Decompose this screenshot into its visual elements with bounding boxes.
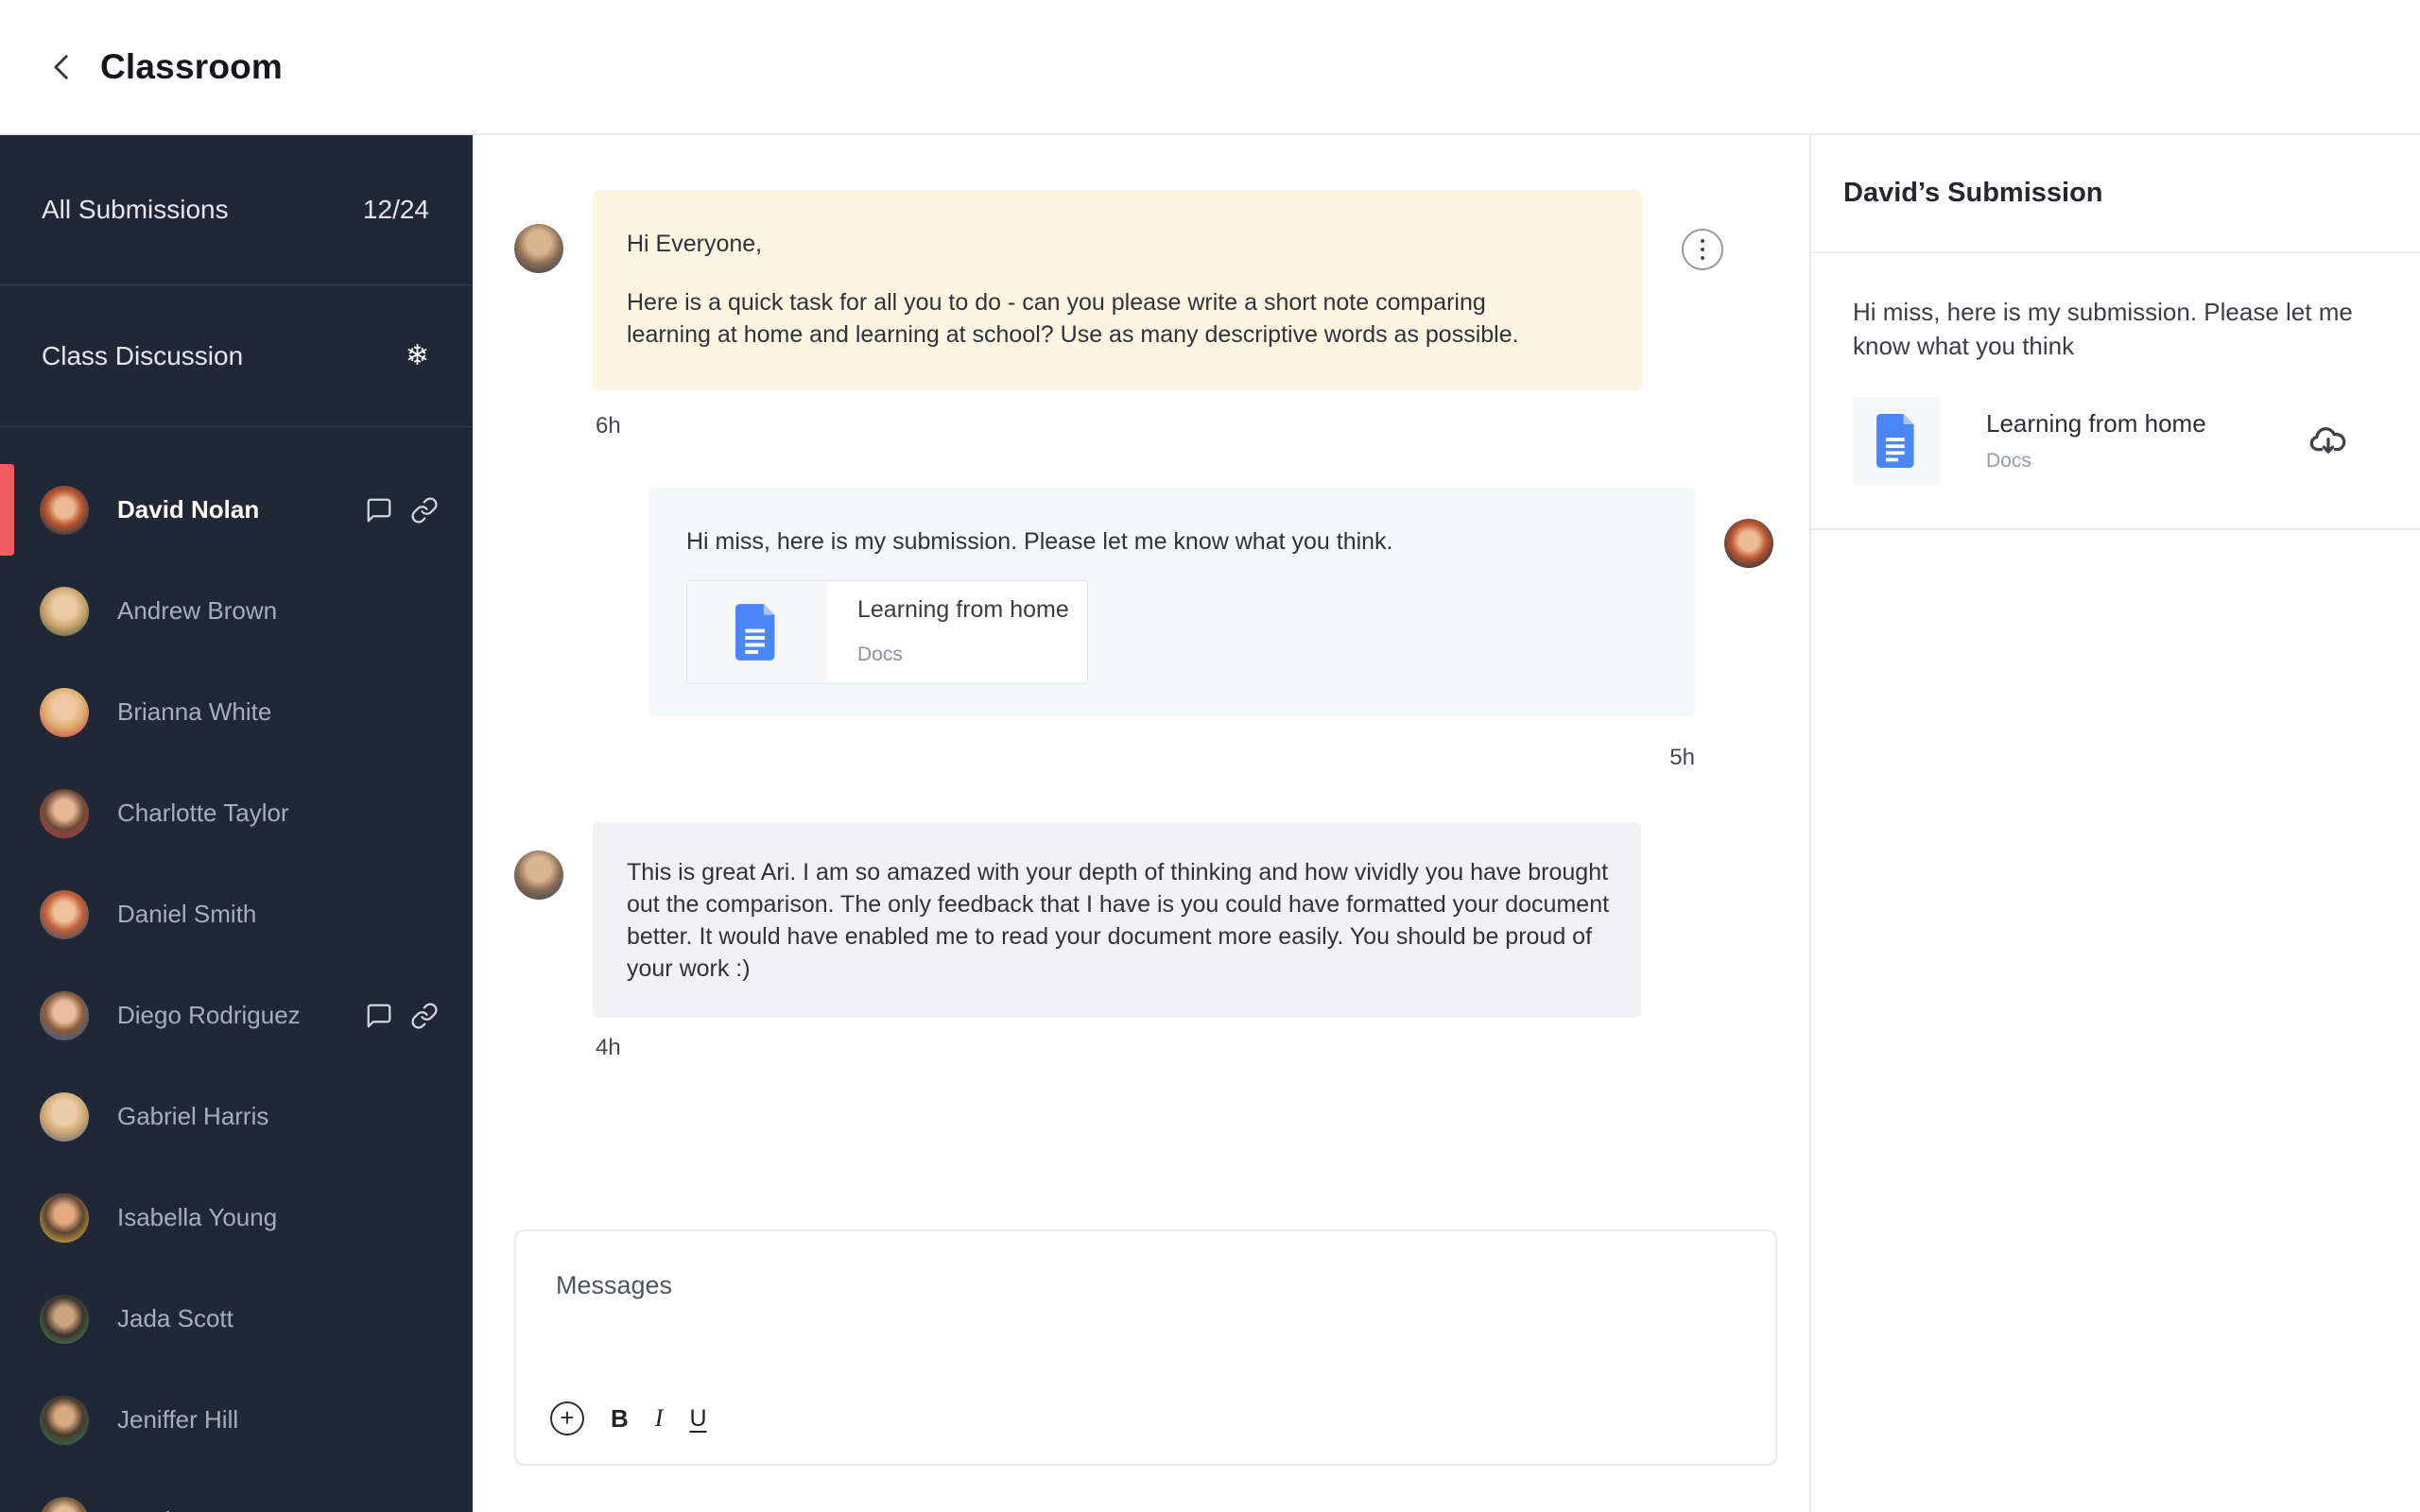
attachment-type: Docs: [1986, 450, 2031, 472]
task-timestamp: 6h: [596, 413, 621, 438]
feedback-message-bubble: This is great Ari. I am so amazed with y…: [593, 822, 1641, 1018]
avatar: [40, 1294, 89, 1344]
student-name: Jeniffer Hill: [117, 1405, 239, 1434]
attachment-meta: Learning from home Docs: [1986, 409, 2206, 472]
chat-bubble-icon[interactable]: [365, 1002, 393, 1030]
avatar: [40, 687, 89, 737]
class-discussion-label: Class Discussion: [42, 340, 244, 370]
submission-note: Hi miss, here is my submission. Please l…: [1853, 298, 2353, 360]
submission-panel: David’s Submission Hi miss, here is my s…: [1809, 135, 2420, 1512]
student-name: Brianna White: [117, 697, 272, 726]
student-row-daniel-smith[interactable]: Daniel Smith: [0, 864, 473, 965]
sidebar: All Submissions 12/24 Class Discussion ❄…: [0, 135, 473, 1512]
avatar: [40, 1091, 89, 1142]
student-actions: [365, 496, 439, 524]
task-body: Here is a quick task for all you to do -…: [627, 289, 1519, 348]
all-submissions-label: All Submissions: [42, 195, 229, 224]
student-row-jeniffer-hill[interactable]: Jeniffer Hill: [0, 1369, 473, 1470]
avatar: [40, 1395, 89, 1445]
link-icon[interactable]: [410, 1002, 439, 1030]
student-name: Andrew Brown: [117, 596, 278, 625]
attachment-type: Docs: [857, 644, 903, 665]
chat-bubble-icon[interactable]: [365, 496, 393, 524]
student-name: Matthew J: [117, 1506, 230, 1512]
avatar: [40, 788, 89, 838]
submissions-count-badge: 12/24: [362, 195, 429, 224]
task-greeting: Hi Everyone,: [627, 231, 763, 257]
plus-circle-icon: +: [560, 1402, 575, 1432]
italic-button[interactable]: I: [655, 1404, 664, 1433]
composer-toolbar: + B I U: [550, 1401, 707, 1435]
student-row-gabriel-harris[interactable]: Gabriel Harris: [0, 1066, 473, 1167]
student-name: Jada Scott: [117, 1304, 233, 1332]
google-docs-icon: [1876, 414, 1914, 468]
avatar: [40, 1496, 89, 1512]
sidebar-item-class-discussion[interactable]: Class Discussion ❄: [0, 285, 473, 427]
download-button[interactable]: [2307, 420, 2350, 463]
avatar: [40, 1193, 89, 1243]
teacher-avatar: [514, 850, 563, 900]
page-title: Classroom: [100, 46, 284, 86]
student-name: Diego Rodriguez: [117, 1001, 301, 1029]
feedback-timestamp: 4h: [596, 1035, 621, 1060]
student-list: David Nolan Andrew Brown Brianna White C…: [0, 427, 473, 1512]
submission-panel-header: David’s Submission: [1811, 135, 2420, 253]
student-row-jada-scott[interactable]: Jada Scott: [0, 1268, 473, 1369]
teacher-avatar: [514, 224, 563, 273]
reply-attachment-card[interactable]: Learning from home Docs: [686, 580, 1088, 684]
attachment-thumbnail: [687, 581, 827, 683]
student-avatar: [1724, 519, 1773, 568]
underline-button[interactable]: U: [689, 1405, 706, 1433]
feedback-text: This is great Ari. I am so amazed with y…: [627, 859, 1610, 982]
app-header: Classroom: [0, 0, 2420, 135]
student-row-charlotte-taylor[interactable]: Charlotte Taylor: [0, 763, 473, 864]
submission-panel-title: David’s Submission: [1843, 178, 2103, 208]
task-message-bubble: Hi Everyone, Here is a quick task for al…: [593, 190, 1642, 390]
kebab-menu-icon[interactable]: [1682, 229, 1723, 270]
attachment-title: Learning from home: [857, 596, 1069, 623]
attachment-title: Learning from home: [1986, 409, 2206, 438]
avatar: [40, 485, 89, 535]
student-name: Daniel Smith: [117, 900, 257, 928]
avatar: [40, 889, 89, 939]
student-actions: [365, 1002, 439, 1030]
add-attachment-button[interactable]: +: [550, 1401, 584, 1435]
student-row-brianna-white[interactable]: Brianna White: [0, 662, 473, 763]
attachment-thumbnail[interactable]: [1853, 397, 1941, 485]
student-row-andrew-brown[interactable]: Andrew Brown: [0, 560, 473, 662]
submission-panel-body: Hi miss, here is my submission. Please l…: [1811, 253, 2420, 485]
avatar: [40, 586, 89, 636]
student-name: Gabriel Harris: [117, 1102, 269, 1130]
message-input[interactable]: [516, 1231, 1775, 1373]
avatar: [40, 990, 89, 1040]
attachment-meta: Learning from home Docs: [827, 581, 1069, 683]
cloud-download-icon: [2309, 426, 2346, 454]
back-button[interactable]: [36, 41, 89, 94]
panel-divider: [1811, 528, 2420, 530]
student-name: Isabella Young: [117, 1203, 278, 1231]
selected-indicator: [0, 464, 14, 556]
student-row-diego-rodriguez[interactable]: Diego Rodriguez: [0, 965, 473, 1066]
student-row-matthew[interactable]: Matthew J: [0, 1470, 473, 1512]
reply-text: Hi miss, here is my submission. Please l…: [686, 528, 1393, 555]
student-row-isabella-young[interactable]: Isabella Young: [0, 1167, 473, 1268]
student-row-david-nolan[interactable]: David Nolan: [0, 459, 473, 560]
submission-attachment-row: Learning from home Docs: [1853, 397, 2382, 485]
reply-timestamp: 5h: [1669, 745, 1695, 770]
classroom-app: Classroom All Submissions 12/24 Class Di…: [0, 0, 2420, 1512]
google-docs-icon: [735, 604, 775, 661]
reply-message-bubble: Hi miss, here is my submission. Please l…: [648, 488, 1695, 716]
chevron-left-icon: [54, 54, 68, 79]
student-name: David Nolan: [117, 495, 260, 524]
message-composer: + B I U: [514, 1229, 1777, 1466]
sidebar-item-all-submissions[interactable]: All Submissions 12/24: [0, 135, 473, 285]
link-icon[interactable]: [410, 496, 439, 524]
bold-button[interactable]: B: [611, 1404, 629, 1434]
snowflake-icon: ❄: [405, 339, 429, 371]
student-name: Charlotte Taylor: [117, 799, 289, 827]
chat-main: Hi Everyone, Here is a quick task for al…: [473, 135, 1809, 1512]
